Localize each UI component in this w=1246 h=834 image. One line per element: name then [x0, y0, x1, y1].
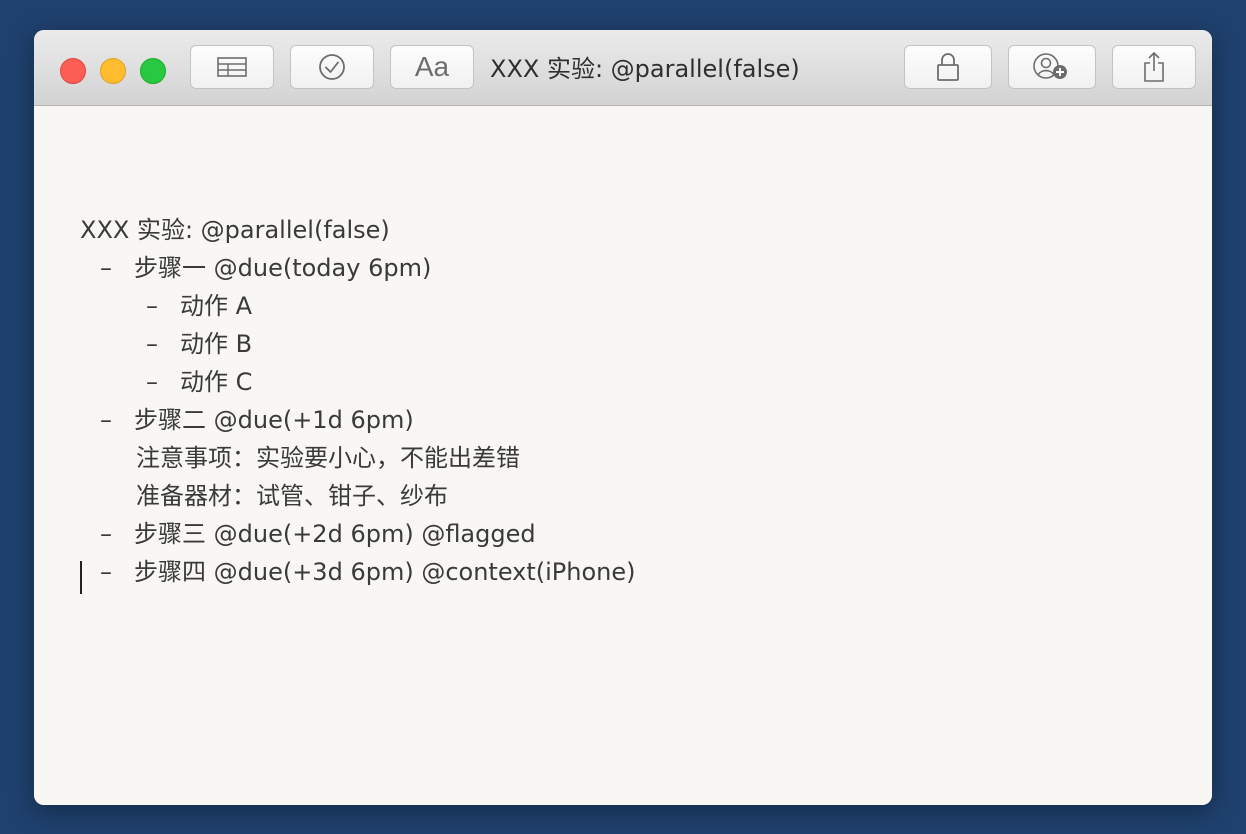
document-editor[interactable]: XXX 实验: @parallel(false) – 步骤一 @due(today… — [34, 106, 1212, 805]
line-text: 动作 B — [180, 330, 253, 358]
line-text: 步骤二 @due(+1d 6pm) — [134, 406, 414, 434]
share-icon — [1144, 52, 1164, 82]
project-heading[interactable]: XXX 实验: @parallel(false) — [80, 211, 390, 249]
table-icon — [217, 57, 247, 77]
window-title: XXX 实验: @parallel(false) — [490, 55, 800, 83]
check-button[interactable] — [290, 45, 374, 89]
add-person-icon — [1033, 53, 1067, 79]
share-person-button[interactable] — [1008, 45, 1096, 89]
maximize-window-button[interactable] — [140, 58, 166, 84]
line-text: XXX 实验: @parallel(false) — [80, 216, 390, 244]
line-text: 动作 C — [180, 368, 253, 396]
share-button[interactable] — [1112, 45, 1196, 89]
task-line[interactable]: – 步骤二 @due(+1d 6pm) — [100, 401, 414, 439]
line-text: 动作 A — [180, 292, 253, 320]
app-window: Aa XXX 实验: @parallel(false) XXX 实验: @par… — [34, 30, 1212, 805]
task-bullet: – — [100, 254, 112, 282]
subtask-line[interactable]: – 动作 B — [146, 325, 252, 363]
checkmark-circle-icon — [319, 54, 345, 80]
task-line[interactable]: – 步骤三 @due(+2d 6pm) @flagged — [100, 515, 536, 553]
task-bullet: – — [100, 520, 112, 548]
titlebar: Aa XXX 实验: @parallel(false) — [34, 30, 1212, 106]
font-icon: Aa — [414, 51, 450, 82]
font-button[interactable]: Aa — [390, 45, 474, 89]
line-text: 注意事项：实验要小心，不能出差错 — [136, 444, 520, 472]
subtask-line[interactable]: – 动作 C — [146, 363, 252, 401]
line-text: 步骤一 @due(today 6pm) — [134, 254, 432, 282]
note-line[interactable]: 准备器材：试管、钳子、纱布 — [136, 477, 448, 515]
table-view-button[interactable] — [190, 45, 274, 89]
task-line[interactable]: – 步骤四 @due(+3d 6pm) @context(iPhone) — [100, 553, 636, 591]
task-bullet: – — [100, 558, 112, 586]
line-text: 步骤三 @due(+2d 6pm) @flagged — [134, 520, 536, 548]
task-bullet: – — [100, 406, 112, 434]
note-line[interactable]: 注意事项：实验要小心，不能出差错 — [136, 439, 520, 477]
text-cursor — [80, 561, 82, 594]
subtask-line[interactable]: – 动作 A — [146, 287, 252, 325]
close-window-button[interactable] — [60, 58, 86, 84]
task-line[interactable]: – 步骤一 @due(today 6pm) — [100, 249, 431, 287]
line-text: 准备器材：试管、钳子、纱布 — [136, 482, 448, 510]
line-text: 步骤四 @due(+3d 6pm) @context(iPhone) — [134, 558, 636, 586]
task-bullet: – — [146, 292, 158, 320]
task-bullet: – — [146, 368, 158, 396]
lock-button[interactable] — [904, 45, 992, 89]
lock-icon — [937, 53, 959, 81]
task-bullet: – — [146, 330, 158, 358]
minimize-window-button[interactable] — [100, 58, 126, 84]
